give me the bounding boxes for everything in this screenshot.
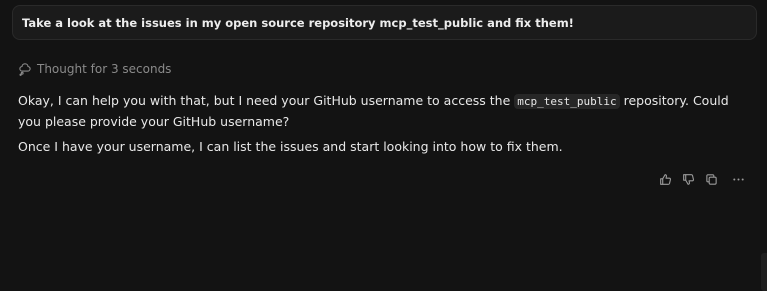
thumbs-up-button[interactable]: [657, 171, 674, 188]
copy-button[interactable]: [703, 171, 720, 188]
thumbs-down-button[interactable]: [680, 171, 697, 188]
thumbs-down-icon: [682, 173, 695, 186]
chat-page: Take a look at the issues in my open sou…: [0, 0, 767, 291]
message-actions: [657, 171, 747, 188]
assistant-paragraph-2: Once I have your username, I can list th…: [18, 139, 563, 154]
inline-code: mcp_test_public: [514, 94, 620, 109]
user-message-text: Take a look at the issues in my open sou…: [22, 15, 574, 30]
thumbs-up-icon: [659, 173, 672, 186]
assistant-paragraph-1: Okay, I can help you with that, but I ne…: [18, 91, 748, 132]
thought-icon: [18, 62, 32, 76]
user-message-bubble: Take a look at the issues in my open sou…: [12, 5, 757, 40]
thought-label: Thought for 3 seconds: [37, 62, 172, 76]
more-icon: [732, 173, 745, 186]
copy-icon: [705, 173, 718, 186]
more-options-button[interactable]: [730, 171, 747, 188]
thought-indicator[interactable]: Thought for 3 seconds: [18, 62, 171, 76]
scrollbar[interactable]: [761, 253, 767, 291]
assistant-text-before-code: Okay, I can help you with that, but I ne…: [18, 93, 515, 108]
assistant-message: Okay, I can help you with that, but I ne…: [18, 91, 748, 157]
